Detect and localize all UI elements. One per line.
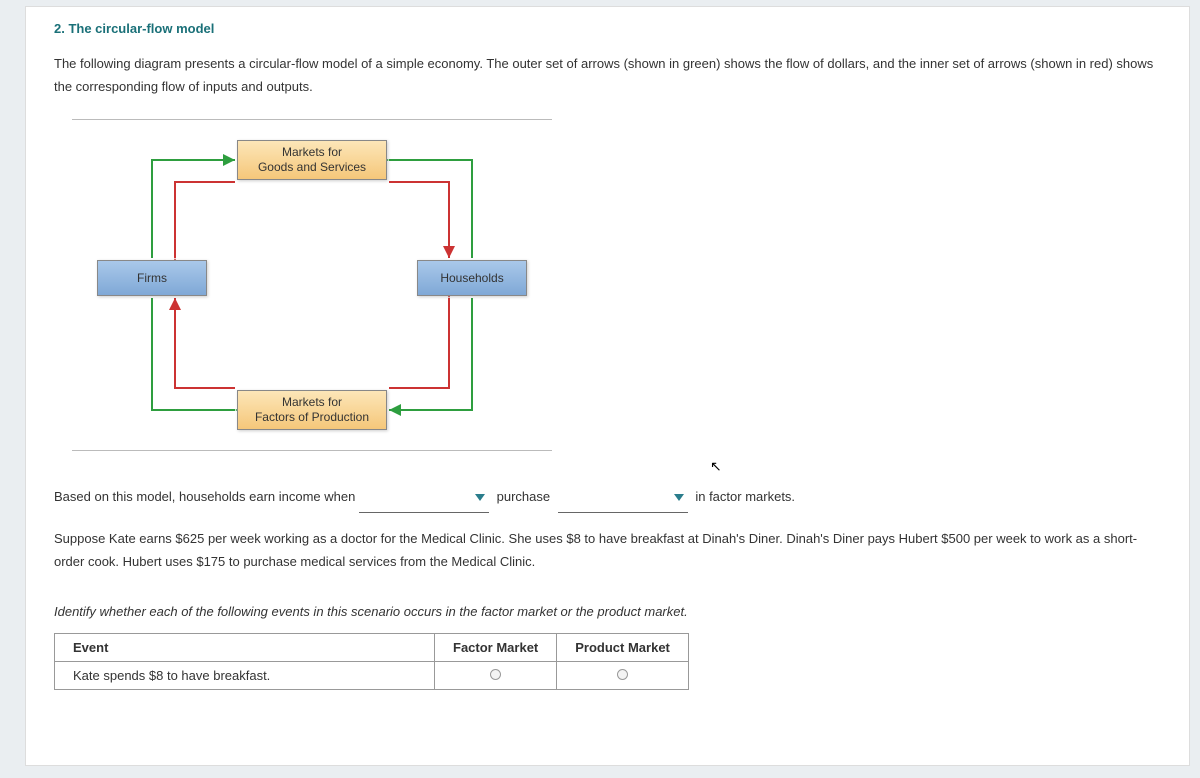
chevron-down-icon — [674, 494, 684, 501]
chevron-down-icon — [475, 494, 485, 501]
sentence-part3: in factor markets. — [695, 489, 795, 504]
dropdown-blank-2[interactable] — [558, 481, 688, 513]
box-markets-goods: Markets for Goods and Services — [237, 140, 387, 180]
identify-instruction: Identify whether each of the following e… — [54, 600, 1161, 623]
circular-flow-diagram: Markets for Goods and Services Firms Hou… — [72, 119, 552, 451]
dropdown-blank-1[interactable] — [359, 481, 489, 513]
question-heading: 2. The circular-flow model — [54, 21, 1161, 36]
box-firms: Firms — [97, 260, 207, 296]
scenario-paragraph: Suppose Kate earns $625 per week working… — [54, 527, 1161, 574]
sentence-part2: purchase — [497, 489, 550, 504]
event-cell: Kate spends $8 to have breakfast. — [55, 662, 435, 690]
radio-product-market[interactable] — [617, 669, 628, 680]
col-factor-market: Factor Market — [435, 634, 557, 662]
table-row: Kate spends $8 to have breakfast. — [55, 662, 689, 690]
col-event: Event — [55, 634, 435, 662]
intro-paragraph: The following diagram presents a circula… — [54, 52, 1161, 99]
cursor-icon: ↖ — [710, 458, 722, 475]
event-table: Event Factor Market Product Market Kate … — [54, 633, 689, 690]
box-markets-factors: Markets for Factors of Production — [237, 390, 387, 430]
sentence-part1: Based on this model, households earn inc… — [54, 489, 355, 504]
radio-factor-market[interactable] — [490, 669, 501, 680]
box-households: Households — [417, 260, 527, 296]
fill-in-sentence: Based on this model, households earn inc… — [54, 481, 1161, 513]
col-product-market: Product Market — [557, 634, 689, 662]
